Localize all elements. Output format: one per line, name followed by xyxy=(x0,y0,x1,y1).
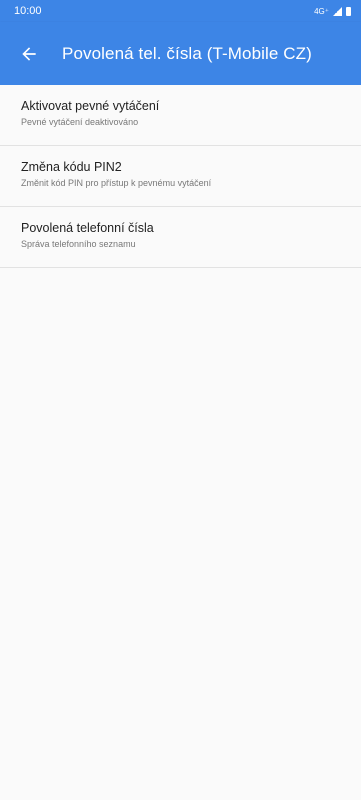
list-item-title: Povolená telefonní čísla xyxy=(21,221,154,235)
page-title: Povolená tel. čísla (T-Mobile CZ) xyxy=(62,43,312,63)
list-item-subtitle: Změnit kód PIN pro přístup k pevnému vyt… xyxy=(21,178,212,188)
list-item-change-pin2[interactable]: Změna kódu PIN2 Změnit kód PIN pro příst… xyxy=(0,146,361,207)
list-item-title: Aktivovat pevné vytáčení xyxy=(21,99,160,113)
list-item-subtitle: Pevné vytáčení deaktivováno xyxy=(21,117,139,127)
status-bar: 10:00 4G⁺ xyxy=(0,0,361,22)
list-item-subtitle: Správa telefonního seznamu xyxy=(21,239,136,249)
signal-icon xyxy=(333,6,342,16)
status-time: 10:00 xyxy=(14,5,42,17)
list-item-activate-fdn[interactable]: Aktivovat pevné vytáčení Pevné vytáčení … xyxy=(0,85,361,146)
back-arrow-icon[interactable] xyxy=(16,41,42,67)
status-icons: 4G⁺ xyxy=(314,6,351,16)
list-item-allowed-numbers[interactable]: Povolená telefonní čísla Správa telefonn… xyxy=(0,207,361,268)
phone-screen: 10:00 4G⁺ Povolená tel. čísla (T-Mobile … xyxy=(0,0,361,800)
back-arrow-icon-glyph xyxy=(22,46,36,61)
list-item-title: Změna kódu PIN2 xyxy=(21,160,122,174)
settings-list: Aktivovat pevné vytáčení Pevné vytáčení … xyxy=(0,85,361,268)
network-type-label: 4G⁺ xyxy=(314,6,329,16)
battery-icon xyxy=(346,6,351,16)
app-bar: Povolená tel. čísla (T-Mobile CZ) xyxy=(0,22,361,85)
